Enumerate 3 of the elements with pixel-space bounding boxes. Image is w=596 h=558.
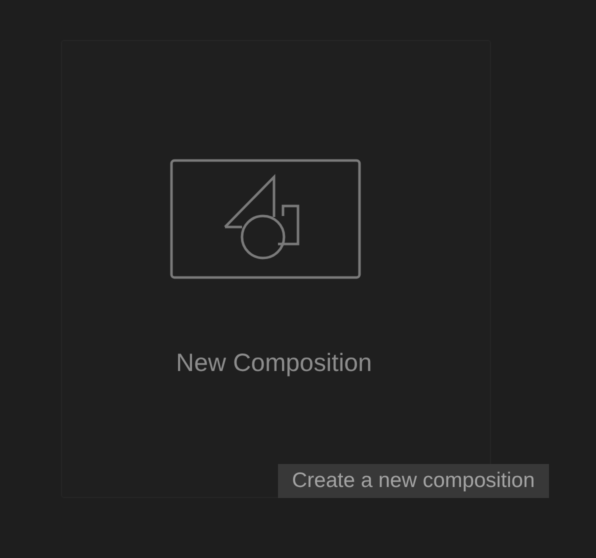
new-composition-label: New Composition (176, 348, 372, 379)
composition-icon (170, 159, 360, 279)
tooltip: Create a new composition (278, 464, 549, 498)
